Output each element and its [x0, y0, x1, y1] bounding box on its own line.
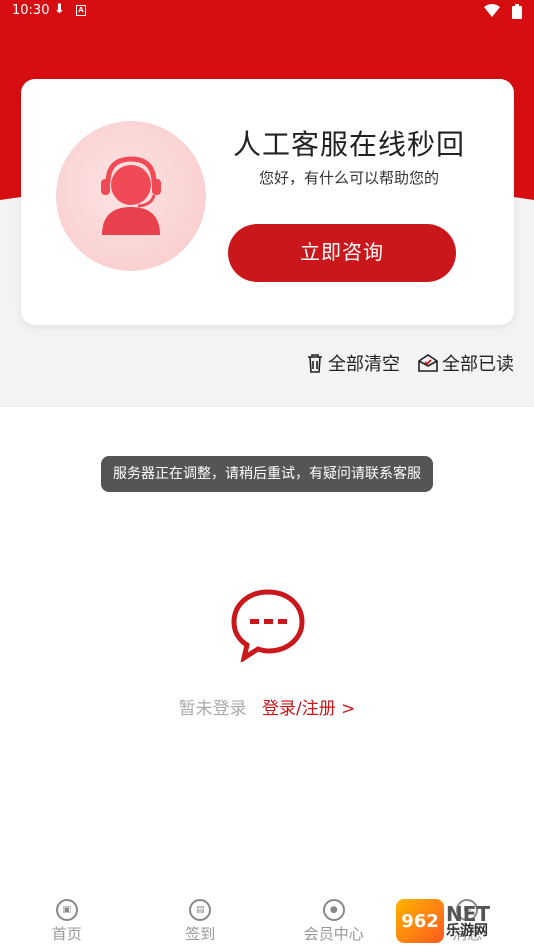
watermark-cn: 乐游网 [446, 923, 488, 939]
clear-all-label: 全部清空 [328, 354, 400, 375]
customer-service-card: 人工客服在线秒回 您好，有什么可以帮助您的 立即咨询 [21, 79, 514, 325]
wifi-icon [484, 4, 500, 17]
watermark-text: NET 乐游网 [446, 904, 490, 938]
tab-member-center[interactable]: ● 会员中心 [267, 895, 401, 949]
login-register-link[interactable]: 登录/注册 > [262, 699, 355, 719]
read-all-label: 全部已读 [442, 354, 514, 375]
download-icon: ⬇ [54, 2, 65, 17]
clear-all-button[interactable]: 全部清空 [306, 350, 400, 376]
not-logged-in-text: 暂未登录 [178, 699, 247, 719]
card-subtitle: 您好，有什么可以帮助您的 [258, 169, 439, 187]
agent-avatar [56, 121, 206, 271]
card-title: 人工客服在线秒回 [232, 128, 465, 161]
tab-checkin-label: 签到 [185, 925, 216, 943]
server-toast: 服务器正在调整，请稍后重试，有疑问请联系客服 [101, 456, 433, 492]
tab-home[interactable]: ▣ 首页 [0, 895, 134, 949]
calendar-icon: ▤ [189, 899, 212, 921]
headset-agent-icon [101, 156, 161, 235]
read-all-button[interactable]: 全部已读 [418, 350, 514, 376]
login-prompt: 暂未登录 登录/注册 > [0, 694, 534, 719]
tab-home-label: 首页 [51, 925, 82, 943]
tab-member-label: 会员中心 [303, 925, 364, 943]
watermark-badge: 962 [396, 899, 444, 943]
battery-icon [512, 4, 522, 19]
trash-icon [308, 354, 322, 373]
consult-now-button[interactable]: 立即咨询 [228, 224, 456, 282]
status-bar: 10:30 ⬇ A [0, 0, 534, 24]
watermark-net: NET [446, 902, 491, 926]
app-notification-icon: A [76, 5, 86, 16]
message-actions: 全部清空 全部已读 [306, 350, 514, 376]
home-icon: ▣ [55, 899, 78, 921]
empty-message-icon [231, 589, 305, 662]
member-icon: ● [322, 899, 345, 921]
site-watermark: 962 NET 乐游网 [396, 896, 528, 946]
status-time: 10:30 [12, 3, 50, 18]
tab-checkin[interactable]: ▤ 签到 [134, 895, 268, 949]
open-envelope-icon [418, 354, 438, 372]
